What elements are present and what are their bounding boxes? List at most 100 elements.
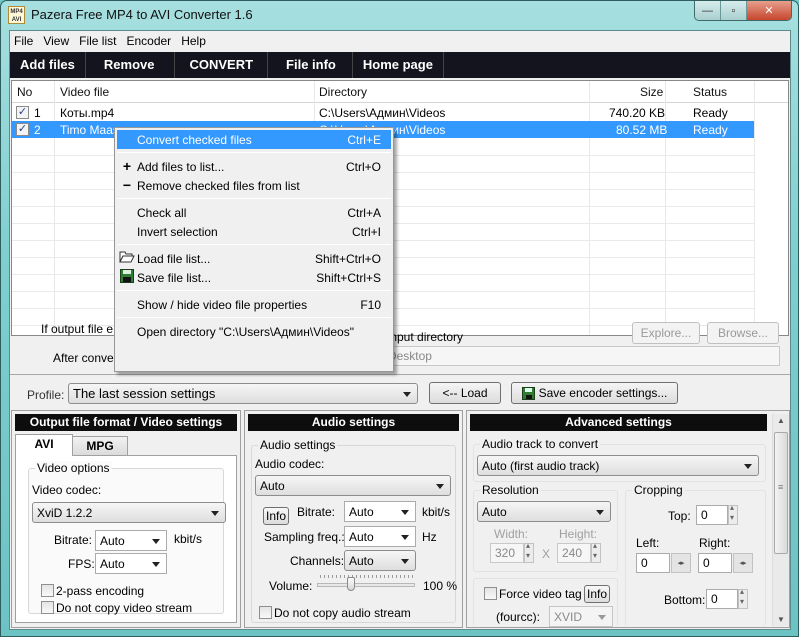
menu-item-add-files[interactable]: + Add files to list... Ctrl+O <box>117 157 391 176</box>
save-encoder-content: Save encoder settings... <box>521 386 667 400</box>
browse-label: Browse... <box>717 326 768 340</box>
no-copy-audio-checkbox[interactable] <box>259 606 272 619</box>
convert-button[interactable]: CONVERT <box>175 52 269 78</box>
menu-item-open-directory[interactable]: Open directory "C:\Users\Админ\Videos" <box>117 322 391 341</box>
crop-top-spinner[interactable] <box>728 503 738 525</box>
menu-separator <box>117 198 391 199</box>
audio-track-select[interactable]: Auto (first audio track) <box>477 455 759 476</box>
advanced-settings-panel: Advanced settings Audio track to convert… <box>466 410 790 628</box>
scroll-up-icon[interactable]: ▲ <box>777 416 785 425</box>
menu-file[interactable]: File <box>10 31 39 51</box>
minimize-button[interactable]: — <box>695 1 721 20</box>
chevron-down-icon <box>152 539 160 544</box>
menu-item-check-all[interactable]: Check all Ctrl+A <box>117 203 391 222</box>
resolution-select[interactable]: Auto <box>477 501 611 522</box>
profile-select[interactable]: The last session settings <box>68 383 418 404</box>
scroll-down-icon[interactable]: ▼ <box>777 615 785 624</box>
crop-right-spinner[interactable]: ◂▸ <box>733 553 753 573</box>
two-pass-checkbox[interactable] <box>41 584 54 597</box>
column-header-video-file[interactable]: Video file <box>60 85 109 99</box>
column-header-directory[interactable]: Directory <box>319 85 367 99</box>
menu-separator <box>117 244 391 245</box>
column-header-size[interactable]: Size <box>640 85 663 99</box>
table-row[interactable]: ✓ 1 Коты.mp4 C:\Users\Админ\Videos 740.2… <box>12 104 754 121</box>
no-copy-audio-label: Do not copy audio stream <box>274 606 411 620</box>
menu-item-load-file-list[interactable]: Load file list... Shift+Ctrl+O <box>117 249 391 268</box>
crop-right-field[interactable]: 0 <box>698 553 732 573</box>
row-checkbox[interactable]: ✓ <box>16 123 29 136</box>
audio-bitrate-unit: kbit/s <box>422 505 451 519</box>
fps-value: Auto <box>100 557 125 571</box>
maximize-icon: ▫ <box>731 4 736 17</box>
tab-avi[interactable]: AVI <box>15 434 73 456</box>
crop-top-field[interactable]: 0 <box>696 505 728 525</box>
menu-encoder[interactable]: Encoder <box>122 31 177 51</box>
home-page-button[interactable]: Home page <box>353 52 444 78</box>
width-label: Width: <box>494 527 529 541</box>
menu-item-invert-selection[interactable]: Invert selection Ctrl+I <box>117 222 391 241</box>
title-bar[interactable]: MP4 AVI Pazera Free MP4 to AVI Converter… <box>1 1 798 29</box>
row-checkbox[interactable]: ✓ <box>16 106 29 119</box>
tab-mpg[interactable]: MPG <box>72 436 128 456</box>
height-spinner[interactable] <box>591 541 601 563</box>
fourcc-select[interactable]: XVID <box>549 606 613 627</box>
audio-codec-select[interactable]: Auto <box>255 475 451 496</box>
explore-button[interactable]: Explore... <box>632 322 700 344</box>
crop-bottom-field[interactable]: 0 <box>706 589 738 609</box>
column-header-no[interactable]: No <box>17 85 32 99</box>
volume-slider-track[interactable] <box>317 583 415 587</box>
advanced-scrollbar[interactable]: ▲ ≡ ▼ <box>772 414 789 626</box>
folder-open-icon <box>119 250 135 266</box>
video-bitrate-select[interactable]: Auto <box>95 530 167 551</box>
width-spinner[interactable] <box>524 541 534 563</box>
plus-icon: + <box>122 158 132 174</box>
menu-item-shortcut: Ctrl+E <box>347 133 381 147</box>
volume-value: 100 % <box>423 579 458 593</box>
video-codec-select[interactable]: XviD 1.2.2 <box>32 502 226 523</box>
menu-item-remove-checked[interactable]: − Remove checked files from list <box>117 176 391 195</box>
profile-label: Profile: <box>27 388 65 402</box>
video-bitrate-label: Bitrate: <box>54 533 93 547</box>
height-value: 240 <box>562 546 583 560</box>
crop-top-label: Top: <box>668 509 691 523</box>
scrollbar-thumb[interactable]: ≡ <box>774 432 788 554</box>
menu-item-label: Add files to list... <box>137 160 225 174</box>
video-tag-info-button[interactable]: Info <box>584 585 610 603</box>
cropping-group: Cropping Top: 0 Left: Right: 0 ◂▸ 0 ◂▸ B… <box>625 483 766 626</box>
file-info-button[interactable]: File info <box>268 52 353 78</box>
crop-left-spinner[interactable]: ◂▸ <box>671 553 691 573</box>
no-copy-video-checkbox[interactable] <box>41 601 54 614</box>
menu-view[interactable]: View <box>39 31 75 51</box>
menu-item-toggle-properties[interactable]: Show / hide video file properties F10 <box>117 295 391 314</box>
column-header-status[interactable]: Status <box>693 85 727 99</box>
menu-help[interactable]: Help <box>177 31 212 51</box>
video-tag-group: Force video tag Info (fourcc): XVID <box>473 578 618 627</box>
crop-bottom-spinner[interactable] <box>738 587 748 609</box>
profile-value: The last session settings <box>73 386 216 401</box>
audio-info-button[interactable]: Info <box>263 507 289 525</box>
save-encoder-settings-button[interactable]: Save encoder settings... <box>511 382 678 404</box>
menu-item-convert-checked[interactable]: Convert checked files Ctrl+E <box>117 130 391 149</box>
channels-select[interactable]: Auto <box>344 550 416 571</box>
fps-select[interactable]: Auto <box>95 553 167 574</box>
sampling-freq-select[interactable]: Auto <box>344 526 416 547</box>
browse-button[interactable]: Browse... <box>707 322 779 344</box>
maximize-button[interactable]: ▫ <box>721 1 747 20</box>
remove-button[interactable]: Remove <box>86 52 176 78</box>
audio-bitrate-select[interactable]: Auto <box>344 501 416 522</box>
width-field[interactable]: 320 <box>490 543 524 563</box>
volume-slider-thumb[interactable] <box>346 577 355 591</box>
crop-left-field[interactable]: 0 <box>636 553 670 573</box>
fps-label: FPS: <box>68 557 95 571</box>
force-video-tag-checkbox[interactable] <box>484 587 497 600</box>
add-files-button[interactable]: Add files <box>10 52 86 78</box>
sampling-freq-value: Auto <box>349 530 374 544</box>
load-profile-button[interactable]: <-- Load <box>429 382 501 404</box>
height-field[interactable]: 240 <box>557 543 591 563</box>
menu-file-list[interactable]: File list <box>75 31 122 51</box>
menu-item-save-file-list[interactable]: Save file list... Shift+Ctrl+S <box>117 268 391 287</box>
minus-icon: − <box>122 177 132 193</box>
fourcc-value: XVID <box>554 610 583 624</box>
close-button[interactable]: ✕ <box>747 1 791 20</box>
crop-right-value: 0 <box>703 556 710 570</box>
